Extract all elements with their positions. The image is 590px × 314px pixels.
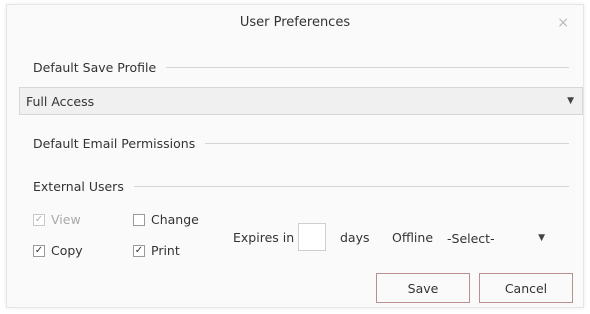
section-default-save-profile: Default Save Profile: [7, 57, 569, 77]
view-label: View: [51, 212, 81, 227]
divider: [166, 66, 569, 68]
section-label: Default Email Permissions: [33, 135, 196, 151]
days-label: days: [340, 230, 370, 245]
close-icon[interactable]: ×: [557, 5, 569, 41]
offline-select-value: -Select-: [447, 230, 495, 246]
copy-checkbox[interactable]: ✓ Copy: [33, 243, 83, 258]
save-button[interactable]: Save: [376, 273, 470, 303]
chevron-down-icon: ▼: [538, 233, 545, 243]
change-checkbox[interactable]: Change: [133, 212, 199, 227]
dialog-title: User Preferences: [239, 15, 351, 30]
divider: [133, 185, 569, 187]
view-checkbox[interactable]: ✓ View: [33, 212, 81, 227]
user-preferences-dialog: User Preferences × Default Save Profile …: [6, 4, 584, 308]
section-default-email-permissions: Default Email Permissions: [7, 133, 569, 153]
save-profile-value: Full Access: [26, 93, 95, 109]
section-label: Default Save Profile: [33, 59, 157, 75]
checkmark-icon: ✓: [33, 244, 45, 257]
offline-label: Offline: [392, 230, 434, 245]
divider: [205, 142, 569, 144]
expires-label: Expires in: [233, 230, 295, 245]
copy-label: Copy: [51, 243, 83, 258]
checkmark-icon: ✓: [33, 213, 45, 226]
expires-days-input[interactable]: [298, 223, 326, 251]
cancel-button[interactable]: Cancel: [479, 273, 573, 303]
print-label: Print: [151, 243, 180, 258]
checkmark-icon: ✓: [133, 244, 145, 257]
section-label: External Users: [33, 178, 124, 194]
offline-select[interactable]: -Select- ▼: [443, 225, 553, 251]
change-label: Change: [151, 212, 199, 227]
section-external-users: External Users: [7, 176, 569, 196]
chevron-down-icon: ▼: [567, 96, 574, 106]
print-checkbox[interactable]: ✓ Print: [133, 243, 180, 258]
checkbox-empty-icon: [133, 213, 145, 226]
save-profile-select[interactable]: Full Access ▼: [19, 87, 583, 115]
